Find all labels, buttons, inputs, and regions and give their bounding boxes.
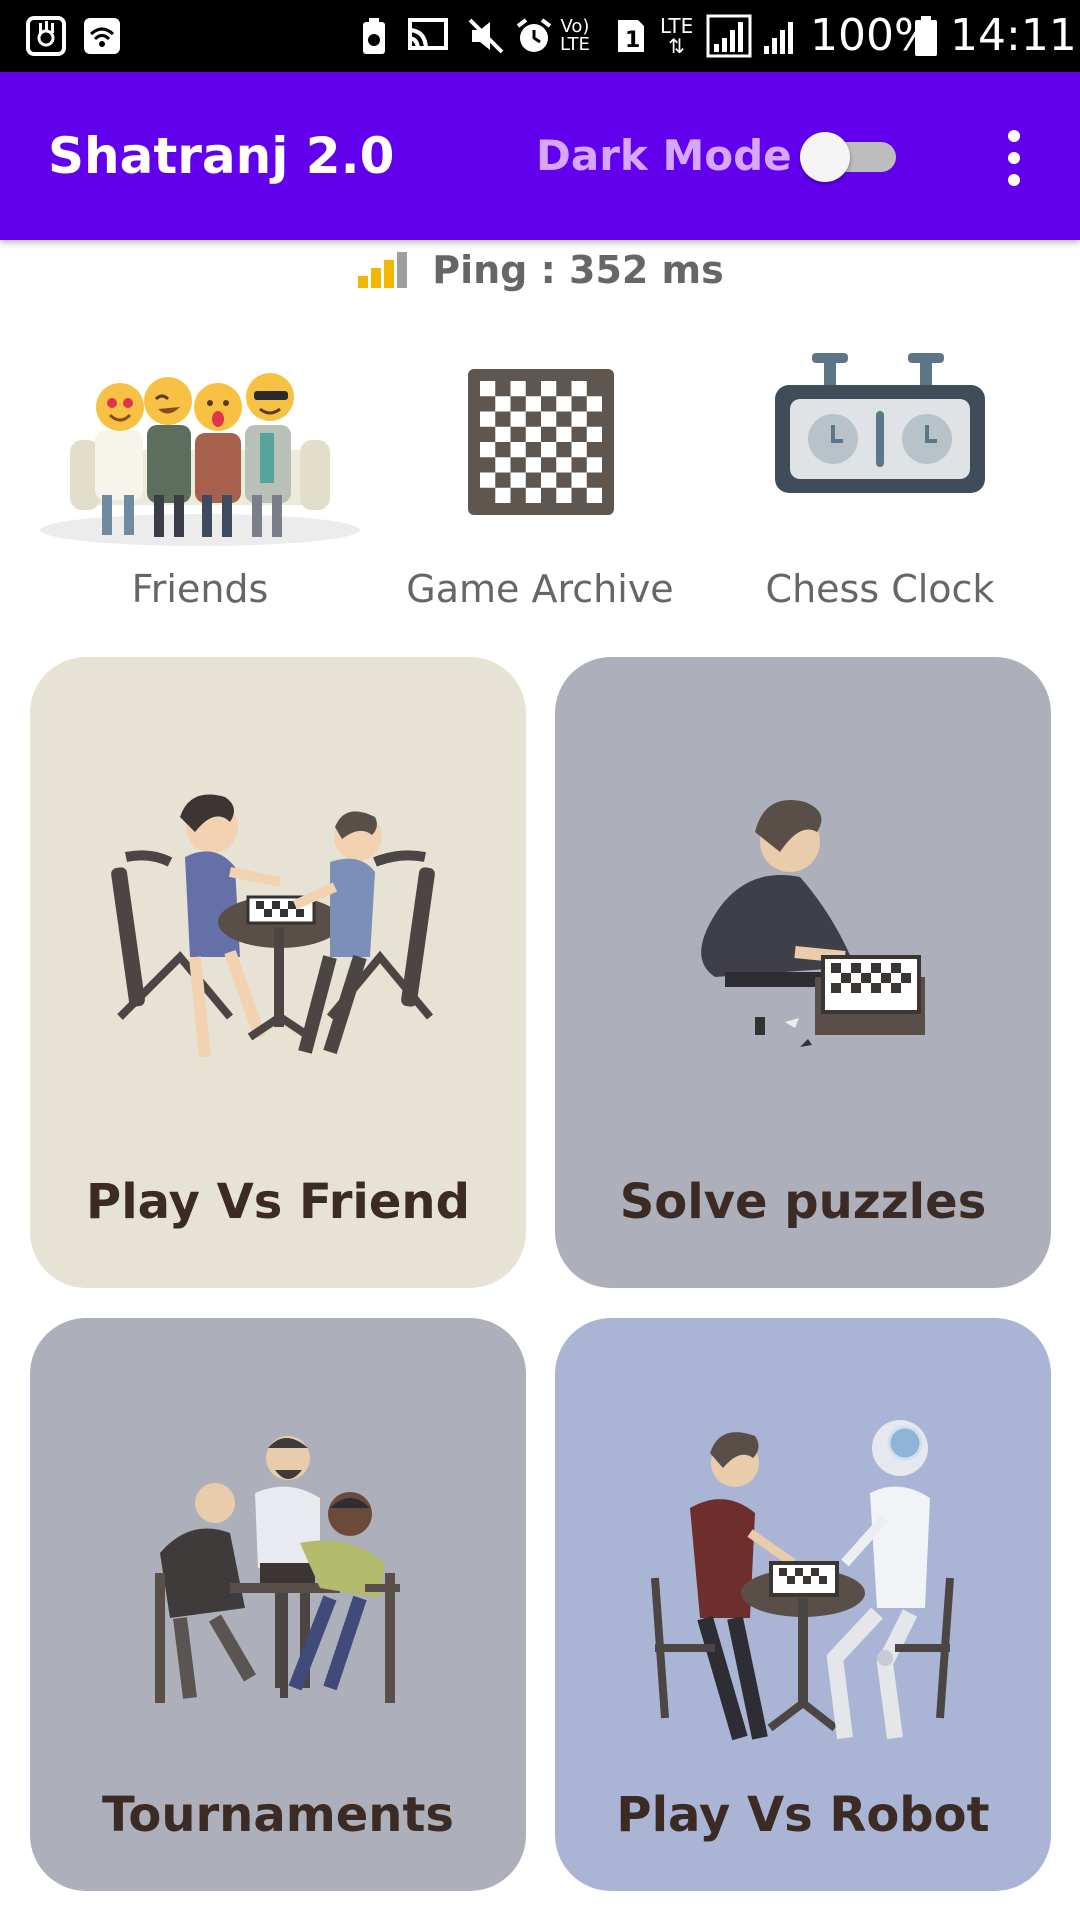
chessboard-square	[495, 442, 511, 458]
chessboard-square	[556, 381, 572, 397]
game-archive-label: Game Archive	[406, 567, 674, 611]
chessboard-square	[586, 381, 602, 397]
chessboard-square	[541, 487, 557, 503]
chessboard-square	[480, 426, 496, 442]
battery-saver-icon	[360, 0, 388, 72]
clock-time: 14:11	[950, 10, 1077, 61]
more-vert-dot	[1008, 174, 1020, 186]
chessboard-icon	[468, 369, 614, 515]
hand-app-icon	[26, 0, 66, 72]
chess-clock-icon	[775, 353, 985, 493]
chessboard-square	[495, 472, 511, 488]
friends-group-illustration	[40, 373, 360, 546]
chessboard-square	[571, 487, 587, 503]
chessboard-square	[586, 411, 602, 427]
signal-sim1-icon	[706, 0, 752, 72]
game-archive-shortcut[interactable]: Game Archive	[370, 345, 710, 635]
chess-clock-shortcut[interactable]: Chess Clock	[710, 345, 1050, 635]
play-vs-friend-label: Play Vs Friend	[86, 1174, 470, 1230]
chessboard-square	[571, 457, 587, 473]
chessboard-square	[495, 381, 511, 397]
screen: Vo) LTE 1 LTE ⇅ 100% 14:11 Shatranj 2.0 Da…	[0, 0, 1080, 1920]
chessboard-square	[556, 442, 572, 458]
chessboard-square	[571, 426, 587, 442]
solve-puzzles-card[interactable]: Solve puzzles	[555, 657, 1051, 1288]
status-bar: Vo) LTE 1 LTE ⇅ 100% 14:11	[0, 0, 1080, 72]
mute-icon	[466, 0, 506, 72]
solve-puzzles-illustration	[701, 800, 925, 1047]
friends-shortcut[interactable]: Friends	[30, 345, 370, 635]
more-vert-icon	[1008, 130, 1020, 142]
app-bar: Shatranj 2.0 Dark Mode	[0, 72, 1080, 240]
chessboard-square	[586, 472, 602, 488]
dark-mode-toggle[interactable]	[800, 132, 896, 182]
chessboard-square	[510, 457, 526, 473]
lte-icon: LTE ⇅	[660, 14, 694, 58]
ping-indicator: Ping : 352 ms	[0, 240, 1080, 300]
volte-icon: Vo) LTE	[560, 16, 590, 55]
tournaments-illustration	[155, 1436, 400, 1703]
tournaments-card[interactable]: Tournaments	[30, 1318, 526, 1891]
wifi-icon	[82, 0, 122, 72]
signal-sim2-icon	[760, 0, 800, 72]
svg-text:1: 1	[625, 28, 640, 53]
toggle-thumb	[800, 132, 850, 182]
cast-icon	[404, 0, 450, 72]
chessboard-square	[525, 472, 541, 488]
chessboard-square	[525, 381, 541, 397]
chessboard-square	[541, 396, 557, 412]
chessboard-square	[510, 487, 526, 503]
chessboard-square	[571, 396, 587, 412]
chess-clock-label: Chess Clock	[765, 567, 995, 611]
chessboard-square	[480, 457, 496, 473]
chessboard-square	[586, 442, 602, 458]
tournaments-label: Tournaments	[101, 1787, 454, 1843]
chessboard-square	[495, 411, 511, 427]
chessboard-square	[541, 426, 557, 442]
more-vert-dot	[1008, 152, 1020, 164]
alarm-icon	[514, 0, 554, 72]
friends-label: Friends	[131, 567, 269, 611]
play-vs-robot-illustration	[651, 1420, 954, 1741]
chessboard-square	[525, 411, 541, 427]
chessboard-square	[480, 487, 496, 503]
chessboard-square	[510, 396, 526, 412]
play-vs-robot-label: Play Vs Robot	[616, 1787, 990, 1843]
play-vs-robot-card[interactable]: Play Vs Robot	[555, 1318, 1051, 1891]
ping-text: Ping : 352 ms	[432, 248, 724, 292]
overflow-menu-button[interactable]	[990, 130, 1038, 186]
chessboard-square	[525, 442, 541, 458]
chessboard-square	[556, 472, 572, 488]
sim-one-icon: 1	[614, 0, 648, 72]
play-vs-friend-illustration	[111, 794, 435, 1058]
battery-icon	[912, 0, 940, 72]
app-title: Shatranj 2.0	[48, 127, 395, 185]
chessboard-square	[541, 457, 557, 473]
chessboard-square	[510, 426, 526, 442]
solve-puzzles-label: Solve puzzles	[619, 1174, 987, 1230]
chessboard-square	[480, 396, 496, 412]
chessboard-square	[556, 411, 572, 427]
play-vs-friend-card[interactable]: Play Vs Friend	[30, 657, 526, 1288]
dark-mode-label: Dark Mode	[536, 131, 792, 180]
signal-strength-icon	[358, 252, 408, 288]
